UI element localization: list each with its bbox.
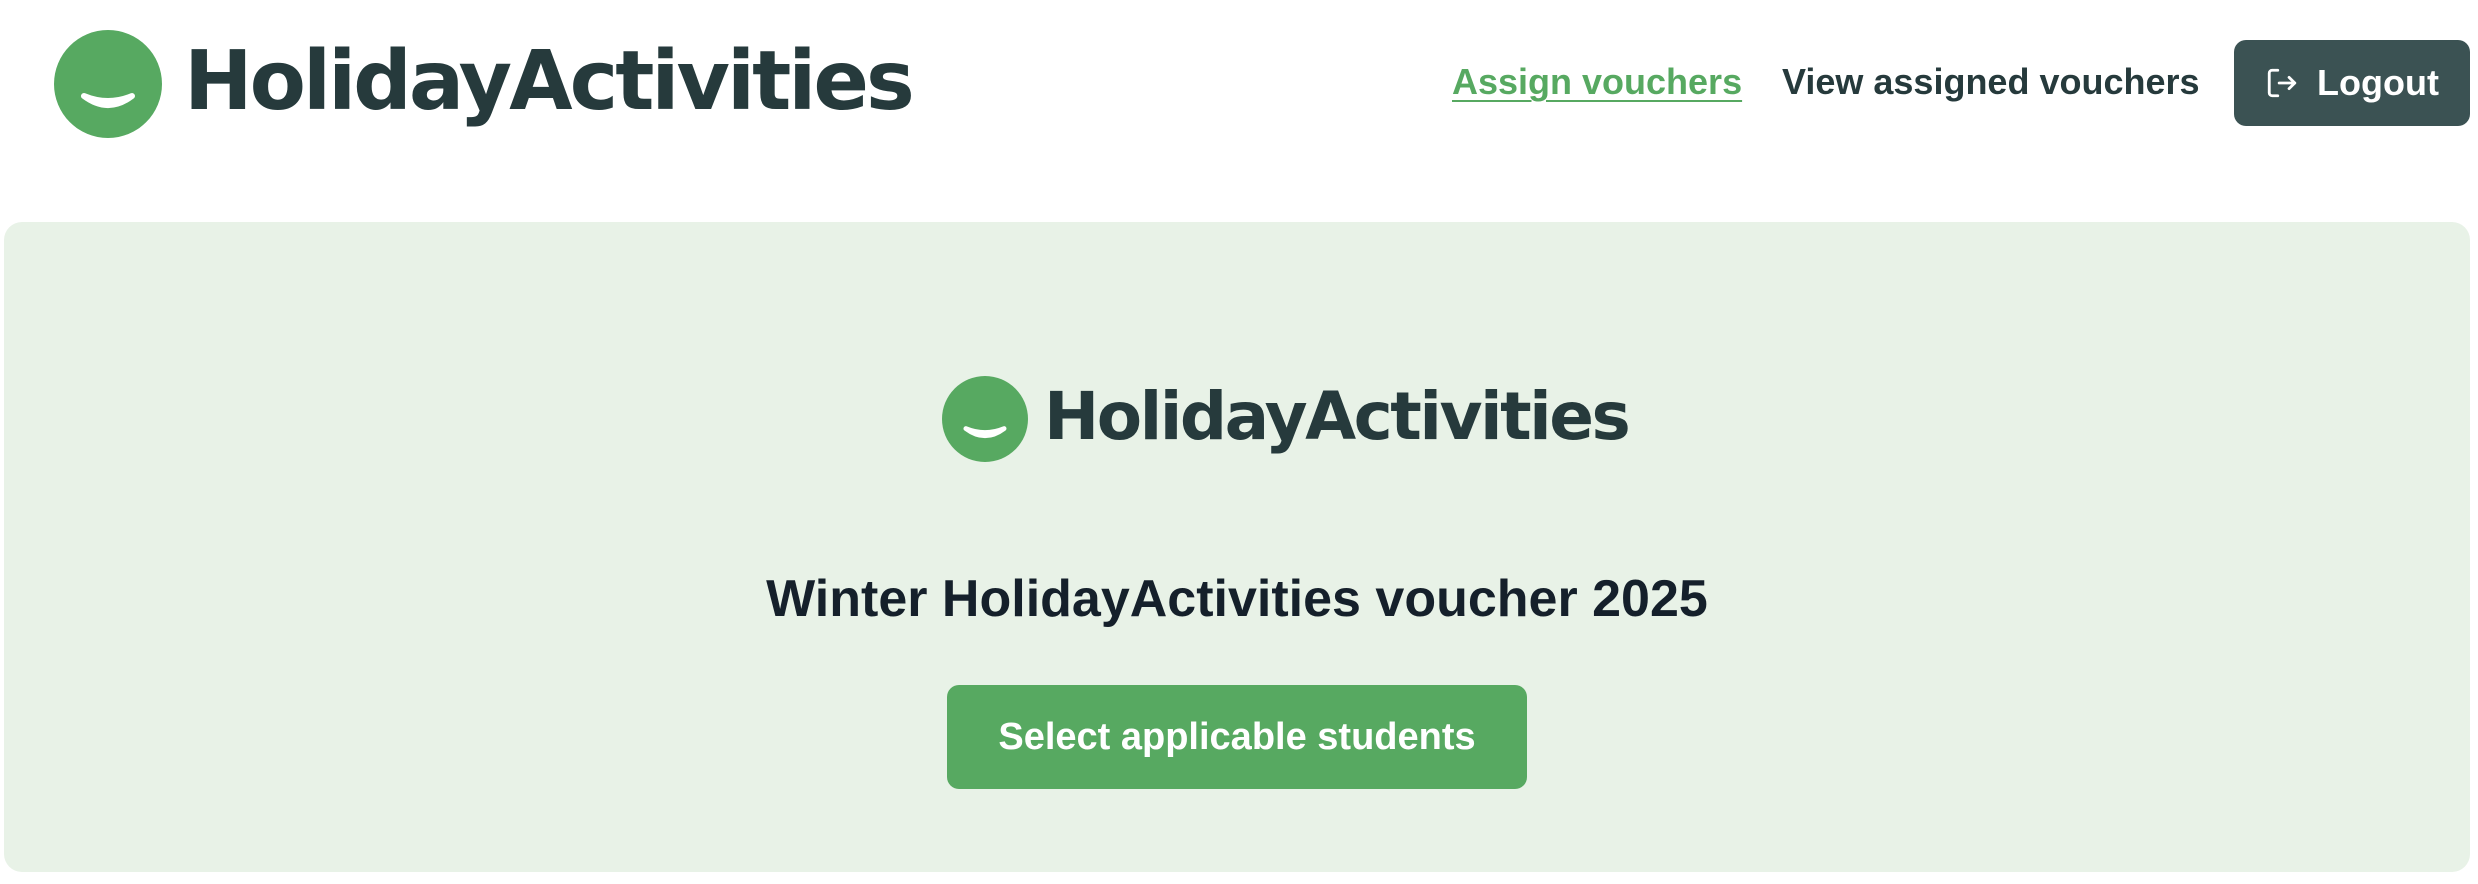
panel-brand-name: HolidayActivities <box>1044 378 1631 455</box>
nav-assign-vouchers[interactable]: Assign vouchers <box>1452 60 1742 104</box>
voucher-panel: HolidayActivities Winter HolidayActiviti… <box>4 222 2470 872</box>
logout-label: Logout <box>2317 62 2439 103</box>
top-header: HolidayActivities Assign vouchers View a… <box>0 0 2478 170</box>
voucher-title: Winter HolidayActivities voucher 2025 <box>766 570 1708 628</box>
main-nav: Assign vouchers View assigned vouchers L… <box>0 0 2478 170</box>
logout-button[interactable]: Logout <box>2234 40 2470 126</box>
panel-brand: HolidayActivities <box>942 376 1631 462</box>
nav-view-assigned-vouchers[interactable]: View assigned vouchers <box>1782 60 2200 104</box>
select-students-button[interactable]: Select applicable students <box>947 685 1527 789</box>
logout-icon <box>2265 66 2299 100</box>
smile-logo-icon <box>942 376 1028 462</box>
